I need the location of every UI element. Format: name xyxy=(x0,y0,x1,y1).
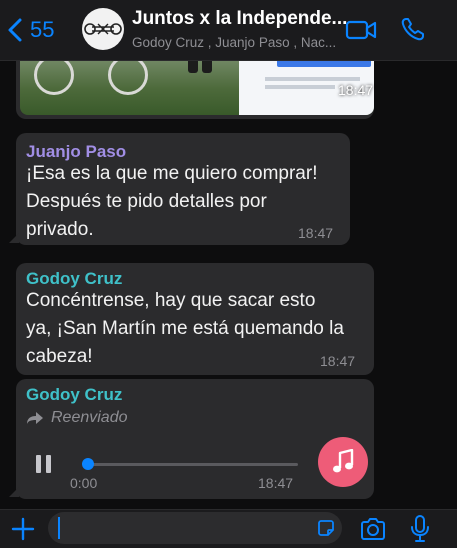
audio-play-button[interactable] xyxy=(318,437,368,487)
unread-count: 55 xyxy=(30,17,55,42)
sender-name: Godoy Cruz xyxy=(26,385,123,404)
forwarded-label: Reenviado xyxy=(26,409,128,427)
chat-title[interactable]: Juntos x la Independe... xyxy=(132,8,347,30)
message-time: 18:47 xyxy=(338,82,374,98)
chat-area[interactable]: 18:47 Juanjo Paso ¡Esa es la que me quie… xyxy=(0,61,457,509)
group-avatar[interactable] xyxy=(82,8,124,50)
message-text: Concéntrense, hay que sacar esto ya, ¡Sa… xyxy=(26,290,344,367)
pause-button[interactable] xyxy=(34,455,54,473)
group-logo-icon xyxy=(84,23,122,35)
message-time: 18:47 xyxy=(258,475,294,491)
sender-name: Juanjo Paso xyxy=(26,142,127,161)
audio-progress-track[interactable] xyxy=(84,463,298,466)
microphone-icon[interactable] xyxy=(410,515,430,543)
message-text: ¡Esa es la que me quiero comprar! Despué… xyxy=(26,163,318,240)
message-input[interactable] xyxy=(48,512,342,544)
chat-header: 55 Juntos x la Independe... Godoy Cruz ,… xyxy=(0,0,457,61)
video-camera-icon[interactable] xyxy=(345,18,377,42)
phone-icon[interactable] xyxy=(400,16,426,42)
sticker-icon[interactable] xyxy=(316,518,336,538)
message-composer xyxy=(0,509,457,548)
forward-arrow-icon xyxy=(27,412,43,424)
audio-message[interactable]: Godoy Cruz Reenviado 0:00 18:47 xyxy=(9,379,374,499)
chat-participants[interactable]: Godoy Cruz , Juanjo Paso , Nac... xyxy=(132,35,336,50)
message-bubble[interactable]: Juanjo Paso ¡Esa es la que me quiero com… xyxy=(9,133,350,245)
message-bubble[interactable]: Godoy Cruz Concéntrense, hay que sacar e… xyxy=(16,263,374,375)
sender-name: Godoy Cruz xyxy=(26,269,123,288)
music-note-icon xyxy=(333,449,354,473)
image-message[interactable]: 18:47 xyxy=(16,61,374,119)
audio-elapsed: 0:00 xyxy=(70,475,98,491)
message-time: 18:47 xyxy=(320,353,356,369)
plus-icon[interactable] xyxy=(10,516,36,542)
back-button[interactable]: 55 xyxy=(6,14,54,46)
audio-scrub-handle[interactable] xyxy=(82,458,95,470)
camera-icon[interactable] xyxy=(360,518,386,540)
message-time: 18:47 xyxy=(298,225,334,241)
text-caret xyxy=(58,517,60,539)
shared-photo[interactable] xyxy=(20,61,374,115)
back-chevron-icon xyxy=(8,18,22,42)
